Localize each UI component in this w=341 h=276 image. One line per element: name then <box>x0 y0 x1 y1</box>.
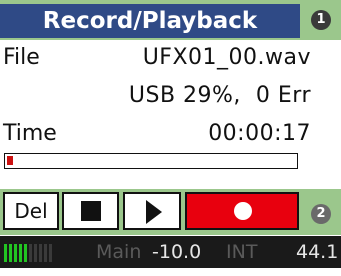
meter-segment <box>44 244 47 262</box>
file-row: File UFX01_00.wav <box>0 40 341 76</box>
meter-segment <box>39 244 42 262</box>
record-button[interactable] <box>185 192 299 230</box>
level-meter <box>4 244 54 262</box>
meter-segment <box>34 244 37 262</box>
stop-button[interactable] <box>62 192 119 230</box>
page-title: Record/Playback <box>0 4 300 38</box>
time-value: 00:00:17 <box>208 121 311 146</box>
step-2-badge: 2 <box>311 204 331 224</box>
meter-segment <box>19 244 22 262</box>
meter-segment <box>29 244 32 262</box>
delete-button[interactable]: Del <box>3 192 59 230</box>
meter-segment <box>49 244 52 262</box>
storage-row: USB 29%, 0 Err <box>0 78 341 114</box>
progress-fill <box>7 156 13 165</box>
time-label: Time <box>3 121 57 146</box>
storage-status: USB 29%, 0 Err <box>128 83 311 108</box>
file-name: UFX01_00.wav <box>142 45 311 70</box>
meter-segment <box>4 244 7 262</box>
play-button[interactable] <box>123 192 181 230</box>
meter-segment <box>9 244 12 262</box>
play-icon <box>146 200 162 224</box>
time-row: Time 00:00:17 <box>0 116 341 152</box>
level-value: -10.0 <box>152 241 202 263</box>
file-label: File <box>3 45 40 70</box>
status-bar: Main -10.0 INT 44.1 <box>0 236 341 268</box>
transport-bar: Del 2 <box>0 189 341 235</box>
record-icon <box>234 202 252 220</box>
stop-icon <box>81 201 101 221</box>
title-bar: Record/Playback 1 <box>0 0 341 40</box>
step-1-badge: 1 <box>311 10 331 30</box>
channel-label: Main <box>96 241 142 263</box>
meter-segment <box>14 244 17 262</box>
clock-source: INT <box>226 241 258 263</box>
playback-progress-bar[interactable] <box>4 153 298 169</box>
meter-segment <box>24 244 27 262</box>
sample-rate: 44.1 <box>296 241 339 263</box>
